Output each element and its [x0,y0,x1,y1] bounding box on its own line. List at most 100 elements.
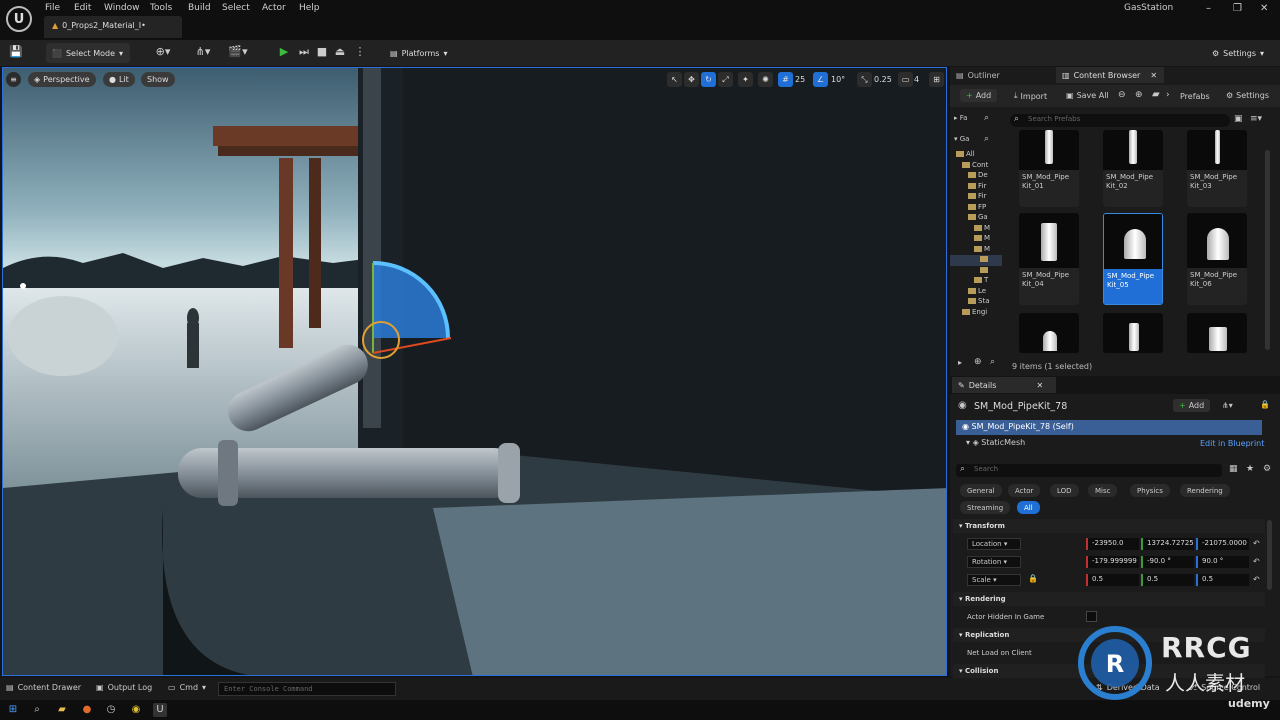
menu-help[interactable]: Help [299,3,320,13]
asset-tile[interactable]: SM_Mod_Pipe Kit_03 [1187,130,1247,207]
menu-select[interactable]: Select [222,3,250,13]
location-y-field[interactable]: 13724.72725 [1141,538,1194,550]
blueprint-icon[interactable]: ⋔▾ [190,45,216,61]
menu-window[interactable]: Window [104,3,140,13]
rotation-x-field[interactable]: -179.999999 [1086,556,1139,568]
tree-item[interactable]: Fir [950,182,1002,193]
location-dropdown[interactable]: Location ▾ [967,538,1021,550]
filter-actor[interactable]: Actor [1008,484,1041,497]
history-forward-icon[interactable]: ⊕ [1135,90,1143,100]
save-search-icon[interactable]: ▣ [1234,114,1243,124]
scale-x-field[interactable]: 0.5 [1086,574,1139,586]
stop-icon[interactable]: ■ [314,45,330,61]
tree-item[interactable] [950,266,1002,277]
level-viewport[interactable]: ≡ ◈ Perspective ● Lit Show ↖ ✥ ↻ ⤢ ✦ ✺ # 2… [2,67,947,676]
expand-icon[interactable]: ▸ [958,358,962,367]
cinematics-icon[interactable]: 🎬▾ [225,45,251,61]
unreal-engine-icon[interactable]: U [153,703,167,717]
settings-button[interactable]: ⚙ Settings ▾ [1206,43,1272,63]
asset-tile[interactable] [1019,313,1079,353]
favorites-header[interactable]: ▸ Fa [954,114,967,122]
tree-item[interactable]: Sta [950,297,1002,308]
add-actor-icon[interactable]: ⊕▾ [150,45,176,61]
filter-misc[interactable]: Misc [1088,484,1118,497]
asset-tile[interactable]: SM_Mod_Pipe Kit_02 [1103,130,1163,207]
show-button[interactable]: Show [141,72,175,87]
component-staticmesh-row[interactable]: ▾ ◈ StaticMesh [966,438,1025,447]
select-tool-icon[interactable]: ↖ [667,72,682,87]
filter-icon[interactable]: ≡▾ [1250,114,1262,124]
table-view-icon[interactable]: ▦ [1229,464,1238,474]
reset-icon[interactable]: ↶ [1253,539,1260,548]
asset-grid-scrollbar[interactable] [1265,150,1270,350]
perspective-button[interactable]: ◈ Perspective [28,72,96,87]
tree-item[interactable]: Fir [950,192,1002,203]
tree-item[interactable]: M [950,234,1002,245]
unreal-logo-icon[interactable]: U [6,6,32,32]
eject-icon[interactable]: ⏏ [332,45,348,61]
step-icon[interactable]: ⏭ [296,45,312,61]
search-icon[interactable]: ⌕ [990,357,995,367]
history-back-icon[interactable]: ⊖ [1118,90,1126,100]
angle-snap-value[interactable]: 10° [831,72,845,87]
tree-item[interactable]: Engi [950,308,1002,319]
menu-tools[interactable]: Tools [150,3,172,13]
folder-icon[interactable]: ▰ [1152,89,1160,100]
windows-start-icon[interactable]: ⊞ [6,703,20,717]
save-all-button[interactable]: ▣ Save All [1066,91,1109,100]
actor-name[interactable]: SM_Mod_PipeKit_78 [974,401,1067,412]
tree-item[interactable]: All [950,150,1002,161]
tab-content-browser[interactable]: ▥ Content Browser ✕ [1056,67,1164,83]
camera-speed-icon[interactable]: ▭ [898,72,913,87]
search-icon[interactable]: ⌕ [984,113,989,123]
play-icon[interactable]: ▶ [276,45,292,61]
tree-item[interactable]: De [950,171,1002,182]
filter-lod[interactable]: LOD [1050,484,1079,497]
tree-item[interactable]: Cont [950,161,1002,172]
star-icon[interactable]: ★ [1246,464,1254,474]
actor-hidden-checkbox[interactable] [1086,611,1097,622]
scale-snap-icon[interactable]: ⤡ [857,72,872,87]
search-icon[interactable]: ⌕ [984,134,989,144]
search-prefabs-input[interactable]: Search Prefabs [1010,114,1230,127]
filter-rendering[interactable]: Rendering [1180,484,1230,497]
minimize-icon[interactable]: – [1206,3,1211,14]
add-folder-icon[interactable]: ⊕ [974,357,982,367]
sources-header[interactable]: ▾ Ga [954,135,969,143]
import-button[interactable]: ⤓ Import [1014,91,1047,101]
file-explorer-icon[interactable]: ▰ [55,703,69,717]
rotate-tool-icon[interactable]: ↻ [701,72,716,87]
asset-tile[interactable] [1187,313,1247,353]
cmd-dropdown[interactable]: ▭ Cmd ▾ [168,683,206,692]
view-mode-button[interactable]: ● Lit [103,72,135,87]
tree-item[interactable]: T [950,276,1002,287]
rotation-dropdown[interactable]: Rotation ▾ [967,556,1021,568]
menu-actor[interactable]: Actor [262,3,286,13]
content-browser-settings[interactable]: ⚙ Settings [1226,91,1269,100]
add-button[interactable]: + Add [960,89,998,102]
menu-build[interactable]: Build [188,3,211,13]
asset-tile[interactable]: SM_Mod_Pipe Kit_04 [1019,213,1079,305]
world-space-icon[interactable]: ✦ [738,72,753,87]
reset-icon[interactable]: ↶ [1253,575,1260,584]
scale-dropdown[interactable]: Scale ▾ [967,574,1021,586]
maximize-viewport-icon[interactable]: ⊞ [929,72,944,87]
chrome-icon[interactable]: ◉ [129,703,143,717]
details-scrollbar[interactable] [1267,520,1272,590]
rotation-z-field[interactable]: 90.0 ° [1196,556,1249,568]
translate-tool-icon[interactable]: ✥ [684,72,699,87]
scale-z-field[interactable]: 0.5 [1196,574,1249,586]
camera-speed-value[interactable]: 4 [914,72,919,87]
component-self-row[interactable]: ◉ SM_Mod_PipeKit_78 (Self) [956,420,1262,435]
add-component-button[interactable]: + Add [1173,399,1211,412]
search-icon[interactable]: ⌕ [30,703,44,717]
tree-item-selected[interactable] [950,255,1002,266]
scale-snap-value[interactable]: 0.25 [874,72,892,87]
grid-snap-value[interactable]: 25 [795,72,805,87]
viewport-menu-icon[interactable]: ≡ [6,72,21,87]
surface-snap-icon[interactable]: ✺ [758,72,773,87]
menu-edit[interactable]: Edit [74,3,91,13]
location-z-field[interactable]: -21075.0000 [1196,538,1249,550]
content-drawer-button[interactable]: ▤ Content Drawer [6,683,81,692]
lock-icon[interactable]: 🔒 [1260,400,1270,409]
